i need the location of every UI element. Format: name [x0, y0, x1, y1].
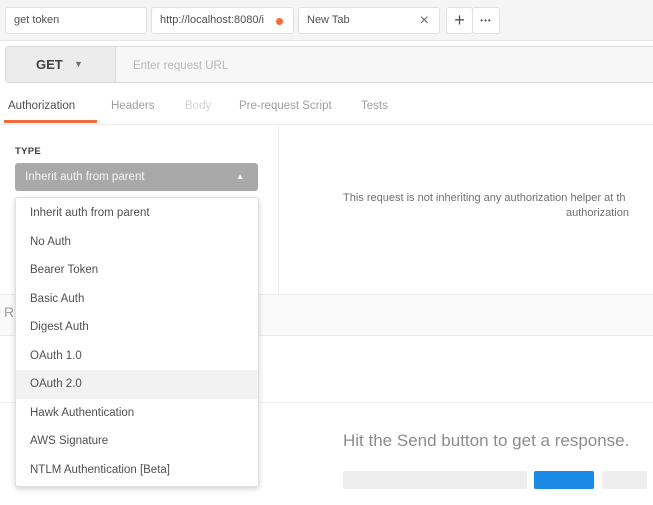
response-placeholder-button [534, 471, 594, 489]
auth-type-dropdown: Inherit auth from parent No Auth Bearer … [15, 197, 259, 487]
tab-tests[interactable]: Tests [361, 100, 388, 112]
caret-down-icon: ▼ [74, 59, 83, 69]
auth-info-text: This request is not inheriting any autho… [343, 192, 626, 204]
auth-info-text-2: authorization [566, 207, 629, 219]
tab-headers[interactable]: Headers [111, 100, 154, 112]
response-placeholder-bar [602, 471, 647, 489]
option-aws-signature[interactable]: AWS Signature [16, 427, 258, 456]
close-icon[interactable]: × [420, 8, 429, 33]
option-basic-auth[interactable]: Basic Auth [16, 285, 258, 314]
auth-type-label: TYPE [15, 146, 42, 157]
tab-new-tab[interactable]: New Tab × [298, 7, 440, 34]
response-label: R [4, 304, 15, 320]
option-bearer-token[interactable]: Bearer Token [16, 256, 258, 285]
tab-localhost[interactable]: http://localhost:8080/i [151, 7, 294, 34]
tab-pre-request-script[interactable]: Pre-request Script [239, 100, 332, 112]
option-ntlm-auth[interactable]: NTLM Authentication [Beta] [16, 456, 258, 485]
auth-type-select[interactable]: Inherit auth from parent ▲ [15, 163, 258, 191]
response-hint: Hit the Send button to get a response. [343, 431, 630, 450]
tab-get-token[interactable]: get token [5, 7, 147, 34]
method-label: GET [36, 57, 63, 72]
option-oauth-1[interactable]: OAuth 1.0 [16, 342, 258, 371]
response-placeholder-bar [343, 471, 527, 489]
request-tabs: Authorization Headers Body Pre-request S… [0, 90, 653, 125]
url-input[interactable] [117, 47, 653, 84]
new-tab-button[interactable]: + [446, 7, 473, 34]
request-url-bar: GET ▼ [5, 46, 653, 84]
tab-authorization[interactable]: Authorization [8, 100, 75, 112]
tab-label: New Tab [307, 14, 350, 26]
method-select[interactable]: GET ▼ [6, 47, 116, 82]
caret-up-icon: ▲ [236, 172, 244, 181]
option-no-auth[interactable]: No Auth [16, 228, 258, 257]
option-hawk-auth[interactable]: Hawk Authentication [16, 399, 258, 428]
tab-label: get token [14, 14, 60, 26]
tab-label: http://localhost:8080/i [160, 14, 264, 26]
auth-type-value: Inherit auth from parent [25, 171, 145, 183]
tab-body[interactable]: Body [185, 100, 211, 112]
option-oauth-2[interactable]: OAuth 2.0 [16, 370, 258, 399]
unsaved-dot-icon [276, 18, 283, 25]
more-tabs-button[interactable]: ••• [472, 7, 500, 34]
active-tab-indicator [4, 120, 97, 123]
option-digest-auth[interactable]: Digest Auth [16, 313, 258, 342]
tab-bar: get token http://localhost:8080/i New Ta… [0, 0, 653, 41]
option-inherit-auth[interactable]: Inherit auth from parent [16, 199, 258, 228]
